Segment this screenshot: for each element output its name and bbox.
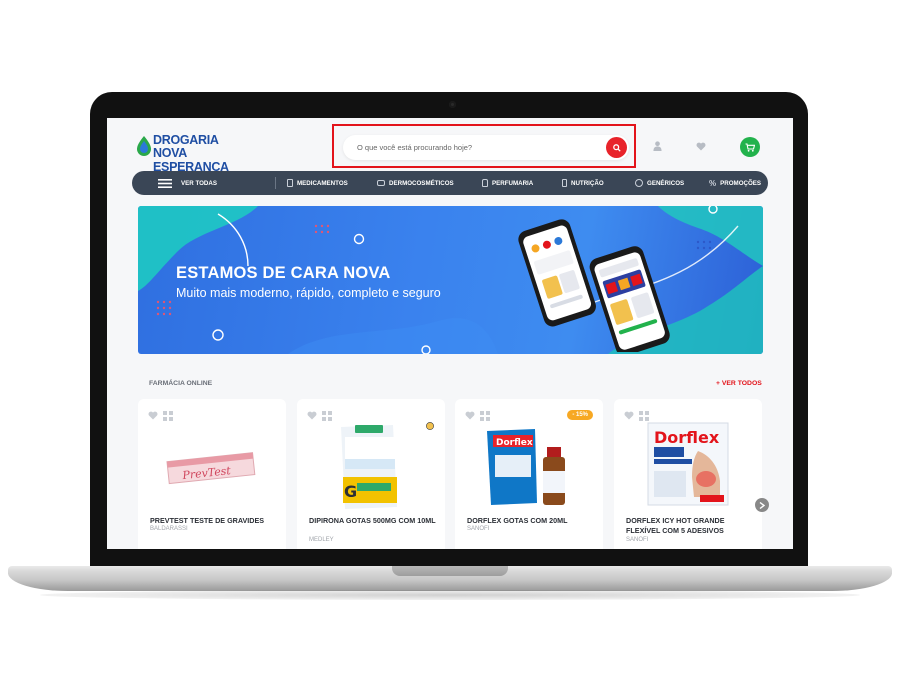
compare-icon[interactable] — [639, 411, 649, 421]
product-card[interactable]: PrevTest PREVTEST TESTE DE GRAVIDES BALD… — [138, 399, 286, 549]
card-actions — [307, 411, 332, 421]
card-actions — [148, 411, 173, 421]
nav-item-label: PROMOÇÕES — [720, 179, 762, 187]
search-bar — [343, 135, 629, 160]
hero-banner[interactable]: ESTAMOS DE CARA NOVA Muito mais moderno,… — [138, 206, 763, 354]
menu-icon — [158, 178, 172, 188]
product-name[interactable]: DIPIRONA GOTAS 500MG COM 10ML — [309, 516, 439, 526]
logo[interactable]: DROGARIA NOVA ESPERANÇA — [135, 133, 265, 174]
logo-line-2: NOVA ESPERANÇA — [153, 146, 229, 174]
see-all-link[interactable]: + VER TODOS — [716, 380, 762, 387]
logo-line-1: DROGARIA — [153, 133, 219, 147]
user-icon — [652, 141, 662, 151]
discount-badge: - 15% — [567, 410, 593, 420]
product-brand: MEDLEY — [309, 537, 334, 543]
svg-text:Dorflex: Dorflex — [496, 438, 533, 448]
nav-item-medicamentos[interactable]: MEDICAMENTOS — [287, 171, 348, 195]
product-card[interactable]: Dorflex DORFLEX ICY HOT GRANDE FLEXÍVEL … — [614, 399, 762, 549]
nav-item-label: VER TODAS — [181, 179, 217, 187]
product-image: Dorflex — [487, 429, 565, 505]
perfume-icon — [482, 179, 488, 187]
heart-icon[interactable] — [307, 411, 317, 420]
nav-item-label: GENÉRICOS — [647, 179, 685, 187]
card-actions — [465, 411, 490, 421]
nav-item-genericos[interactable]: GENÉRICOS — [635, 171, 684, 195]
search-icon — [612, 143, 621, 152]
card-actions — [624, 411, 649, 421]
product-brand: SANOFI — [626, 537, 649, 543]
nav-item-label: PERFUMARIA — [492, 179, 534, 187]
product-image: G — [341, 425, 397, 509]
heart-icon[interactable] — [624, 411, 634, 420]
product-brand: SANOFI — [467, 526, 490, 532]
wishlist-button[interactable] — [694, 139, 708, 153]
product-name[interactable]: PREVTEST TESTE DE GRAVIDES — [150, 516, 280, 526]
product-card[interactable]: G DIPIRONA GOTAS 500MG COM 10ML MEDLEY — [297, 399, 445, 549]
percent-icon: % — [709, 178, 717, 188]
logo-mark-icon — [137, 136, 151, 156]
cart-icon — [745, 142, 755, 152]
product-image: PrevTest — [166, 452, 256, 485]
cart-button[interactable] — [740, 137, 760, 157]
generic-icon — [635, 179, 643, 187]
compare-icon[interactable] — [322, 411, 332, 421]
product-name[interactable]: DORFLEX ICY HOT GRANDE FLEXÍVEL COM 5 AD… — [626, 516, 756, 537]
laptop-screen: DROGARIA NOVA ESPERANÇA O que você está … — [107, 118, 793, 549]
chevron-right-icon — [759, 501, 765, 509]
search-button[interactable] — [606, 137, 627, 158]
banner-subtitle: Muito mais moderno, rápido, completo e s… — [176, 286, 441, 300]
carousel-next-button[interactable] — [755, 498, 769, 512]
phone-mockup-image — [518, 219, 670, 352]
account-button[interactable] — [650, 139, 664, 153]
search-input[interactable] — [357, 135, 587, 160]
product-card[interactable]: - 15% Dorflex DORFLEX GOTAS COM 20ML SAN… — [455, 399, 603, 549]
heart-icon[interactable] — [465, 411, 475, 420]
nav-item-promocoes[interactable]: % PROMOÇÕES — [709, 171, 761, 195]
cosmetics-icon — [377, 180, 385, 186]
nav-item-dermocosmeticos[interactable]: DERMOCOSMÉTICOS — [377, 171, 454, 195]
camera-icon — [449, 101, 456, 108]
product-image: Dorflex — [647, 422, 729, 506]
nav-divider — [275, 177, 276, 189]
nav-item-label: MEDICAMENTOS — [297, 179, 348, 187]
compare-icon[interactable] — [480, 411, 490, 421]
banner-title: ESTAMOS DE CARA NOVA — [176, 264, 391, 282]
nav-item-label: DERMOCOSMÉTICOS — [389, 179, 454, 187]
site-header: DROGARIA NOVA ESPERANÇA — [107, 118, 793, 174]
section-title: FARMÁCIA ONLINE — [149, 380, 213, 387]
compare-icon[interactable] — [163, 411, 173, 421]
product-brand: BALDARASSI — [150, 526, 188, 532]
svg-text:Dorflex: Dorflex — [654, 428, 720, 447]
heart-icon — [696, 142, 706, 150]
nav-item-ver-todas[interactable]: VER TODAS — [158, 171, 217, 195]
laptop-shadow — [40, 590, 860, 600]
medicine-icon — [287, 179, 293, 187]
nutrition-icon — [562, 179, 567, 187]
nav-item-perfumaria[interactable]: PERFUMARIA — [482, 171, 533, 195]
svg-text:G: G — [344, 482, 357, 501]
laptop-notch — [392, 566, 508, 576]
nav-item-nutricao[interactable]: NUTRIÇÃO — [562, 171, 604, 195]
nav-item-label: NUTRIÇÃO — [571, 179, 604, 187]
category-nav: VER TODAS MEDICAMENTOS DERMOCOSMÉTICOS P… — [132, 171, 768, 195]
heart-icon[interactable] — [148, 411, 158, 420]
product-name[interactable]: DORFLEX GOTAS COM 20ML — [467, 516, 597, 526]
